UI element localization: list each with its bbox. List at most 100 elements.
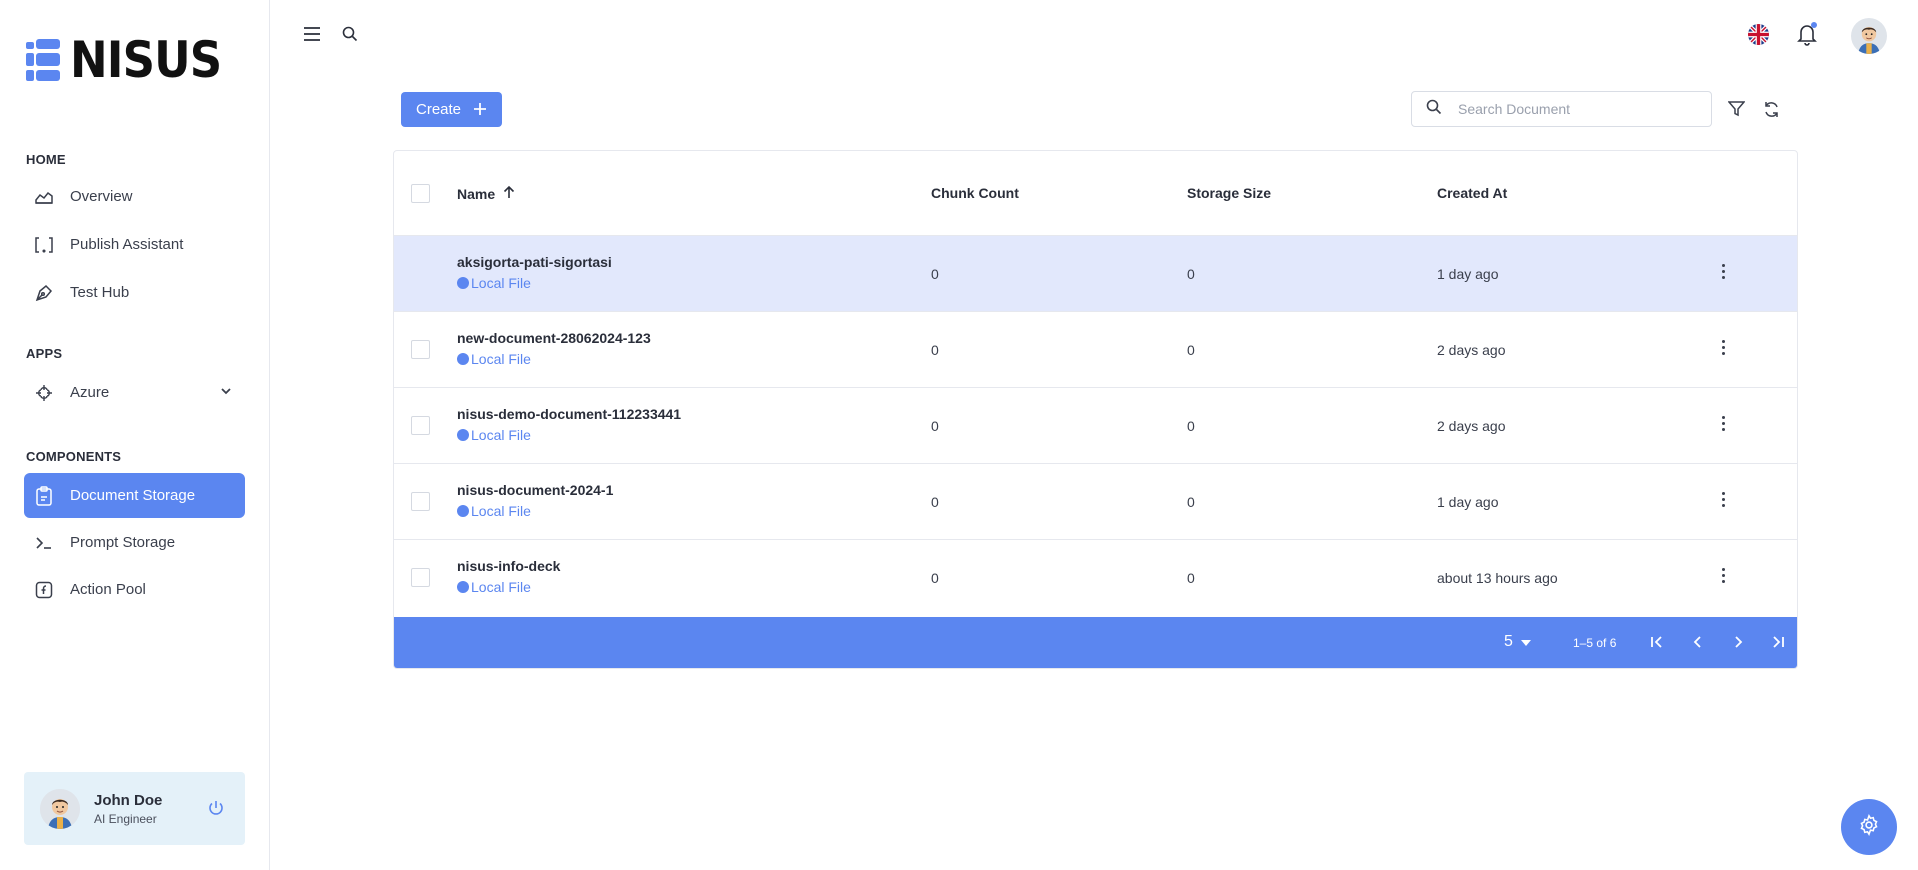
section-label-apps: APPS	[26, 346, 63, 361]
document-name[interactable]: nisus-demo-document-112233441	[457, 406, 681, 422]
sidebar-item-label: Azure	[70, 384, 110, 401]
brackets-icon	[34, 235, 54, 255]
select-all-checkbox[interactable]	[411, 184, 430, 203]
storage-size: 0	[1187, 266, 1195, 282]
terminal-icon	[34, 533, 54, 553]
table-row[interactable]: nisus-document-2024-1 Local File 0 0 1 d…	[394, 464, 1797, 540]
chunk-count: 0	[931, 494, 939, 510]
more-vertical-icon[interactable]	[1720, 340, 1726, 360]
column-header-storage-size[interactable]: Storage Size	[1187, 185, 1271, 201]
create-button[interactable]: Create	[401, 92, 502, 127]
settings-fab[interactable]	[1841, 799, 1897, 855]
refresh-icon[interactable]	[1763, 101, 1780, 123]
sidebar-item-prompt-storage[interactable]: Prompt Storage	[24, 520, 245, 565]
chunk-count: 0	[931, 418, 939, 434]
row-checkbox[interactable]	[411, 416, 430, 435]
table-row[interactable]: nisus-demo-document-112233441 Local File…	[394, 388, 1797, 464]
sidebar-item-label: Overview	[70, 188, 133, 205]
app-root: NISUS HOME Overview Publish Assistant Te…	[0, 0, 1918, 870]
chart-area-icon	[34, 187, 54, 207]
user-name: John Doe	[94, 791, 163, 809]
dot-icon	[457, 277, 469, 289]
logo-mark-icon	[26, 36, 68, 84]
column-header-chunk-count[interactable]: Chunk Count	[931, 185, 1019, 201]
user-card: John Doe AI Engineer	[24, 772, 245, 845]
storage-size: 0	[1187, 418, 1195, 434]
table-header: Name Chunk Count Storage Size Created At	[394, 151, 1797, 236]
avatar[interactable]	[1851, 18, 1887, 59]
sidebar-item-overview[interactable]: Overview	[24, 174, 245, 219]
document-name[interactable]: nisus-document-2024-1	[457, 482, 613, 498]
avatar[interactable]	[40, 788, 80, 829]
rows-per-page-select[interactable]: 5	[1504, 633, 1531, 651]
document-name[interactable]: nisus-info-deck	[457, 558, 560, 574]
document-source: Local File	[457, 351, 531, 367]
section-label-home: HOME	[26, 152, 66, 167]
storage-size: 0	[1187, 342, 1195, 358]
sidebar-item-publish-assistant[interactable]: Publish Assistant	[24, 222, 245, 267]
created-at: 2 days ago	[1437, 418, 1506, 434]
storage-size: 0	[1187, 570, 1195, 586]
document-source-label: Local File	[471, 503, 531, 519]
pagination-bar: 5 1–5 of 6	[394, 617, 1797, 668]
azure-icon	[34, 383, 54, 403]
search-document-box	[1411, 91, 1712, 127]
sidebar-item-document-storage[interactable]: Document Storage	[24, 473, 245, 518]
storage-size: 0	[1187, 494, 1195, 510]
column-header-name[interactable]: Name	[457, 185, 515, 202]
first-page-icon[interactable]	[1648, 633, 1666, 656]
power-icon[interactable]	[207, 799, 225, 822]
more-vertical-icon[interactable]	[1720, 416, 1726, 436]
table-row[interactable]: aksigorta-pati-sigortasi Local File 0 0 …	[394, 236, 1797, 312]
row-checkbox[interactable]	[411, 264, 430, 283]
previous-page-icon[interactable]	[1689, 633, 1707, 656]
uk-flag-icon[interactable]	[1748, 24, 1769, 50]
dot-icon	[457, 353, 469, 365]
search-input[interactable]	[1458, 101, 1678, 117]
last-page-icon[interactable]	[1769, 633, 1787, 656]
created-at: about 13 hours ago	[1437, 570, 1558, 586]
row-checkbox[interactable]	[411, 492, 430, 511]
filter-icon[interactable]	[1727, 101, 1746, 122]
dot-icon	[457, 581, 469, 593]
more-vertical-icon[interactable]	[1720, 568, 1726, 588]
next-page-icon[interactable]	[1729, 633, 1747, 656]
sidebar-item-azure[interactable]: Azure	[24, 370, 245, 415]
created-at: 1 day ago	[1437, 266, 1499, 282]
chevron-down-icon[interactable]	[219, 384, 233, 402]
document-source-label: Local File	[471, 579, 531, 595]
table-row[interactable]: nisus-info-deck Local File 0 0 about 13 …	[394, 540, 1797, 616]
row-checkbox[interactable]	[411, 568, 430, 587]
chunk-count: 0	[931, 342, 939, 358]
document-source: Local File	[457, 579, 531, 595]
created-at: 2 days ago	[1437, 342, 1506, 358]
caret-down-icon	[1520, 633, 1531, 651]
menu-icon[interactable]	[303, 26, 321, 47]
row-checkbox[interactable]	[411, 340, 430, 359]
brand-name: NISUS	[70, 31, 222, 89]
document-name[interactable]: new-document-28062024-123	[457, 330, 651, 346]
clipboard-icon	[34, 485, 54, 506]
column-header-created-at[interactable]: Created At	[1437, 185, 1507, 201]
more-vertical-icon[interactable]	[1720, 264, 1726, 284]
plus-icon	[473, 102, 487, 120]
notification-bell-icon[interactable]	[1796, 22, 1818, 51]
more-vertical-icon[interactable]	[1720, 492, 1726, 512]
sidebar-item-test-hub[interactable]: Test Hub	[24, 270, 245, 315]
sidebar-item-label: Publish Assistant	[70, 236, 184, 253]
document-source-label: Local File	[471, 427, 531, 443]
table-row[interactable]: new-document-28062024-123 Local File 0 0…	[394, 312, 1797, 388]
documents-table: Name Chunk Count Storage Size Created At…	[393, 150, 1798, 669]
arrow-up-icon	[503, 185, 515, 202]
section-label-components: COMPONENTS	[26, 449, 122, 464]
search-icon[interactable]	[342, 26, 358, 47]
dot-icon	[457, 429, 469, 441]
sidebar-item-action-pool[interactable]: Action Pool	[24, 567, 245, 612]
document-name[interactable]: aksigorta-pati-sigortasi	[457, 254, 612, 270]
sidebar-item-label: Document Storage	[70, 487, 196, 504]
pen-tool-icon	[34, 283, 54, 303]
logo[interactable]: NISUS	[26, 31, 238, 89]
chunk-count: 0	[931, 266, 939, 282]
user-role: AI Engineer	[94, 811, 157, 826]
dot-icon	[457, 505, 469, 517]
